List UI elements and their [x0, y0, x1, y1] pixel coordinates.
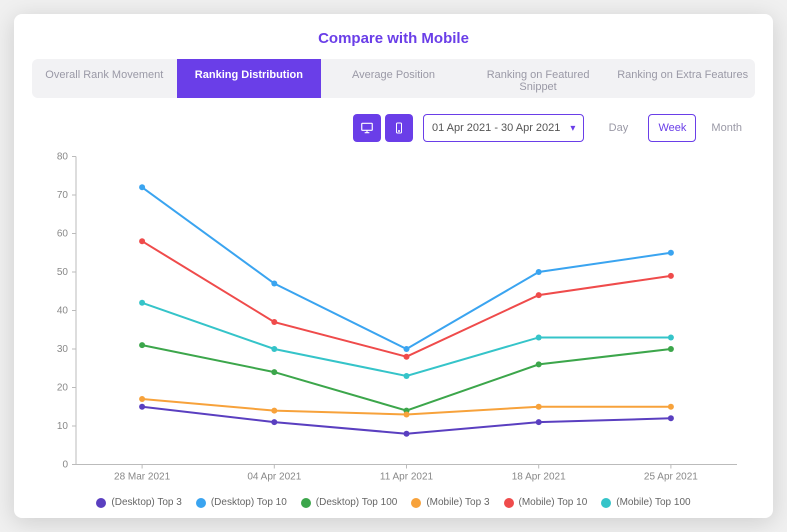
svg-text:60: 60 — [57, 229, 69, 240]
series-point — [668, 346, 674, 352]
period-month[interactable]: Month — [702, 114, 751, 142]
series-line — [142, 241, 671, 357]
series-point — [404, 411, 410, 417]
series-point — [271, 319, 277, 325]
svg-text:40: 40 — [57, 306, 69, 317]
modal-title: Compare with Mobile — [32, 30, 755, 47]
series-point — [536, 361, 542, 367]
device-toggle — [353, 114, 413, 142]
date-range-value: 01 Apr 2021 - 30 Apr 2021 — [432, 122, 560, 134]
period-week[interactable]: Week — [648, 114, 696, 142]
series-point — [536, 419, 542, 425]
legend-label: (Mobile) Top 3 — [426, 497, 489, 508]
series-point — [536, 334, 542, 340]
legend-item[interactable]: (Desktop) Top 100 — [301, 497, 398, 508]
series-point — [271, 281, 277, 287]
series-point — [139, 396, 145, 402]
svg-text:80: 80 — [57, 152, 69, 163]
legend-swatch — [504, 498, 514, 508]
legend-label: (Mobile) Top 10 — [519, 497, 588, 508]
series-point — [139, 342, 145, 348]
legend-item[interactable]: (Mobile) Top 100 — [601, 497, 690, 508]
legend-swatch — [411, 498, 421, 508]
desktop-icon — [360, 121, 374, 135]
svg-text:20: 20 — [57, 383, 69, 394]
svg-text:0: 0 — [62, 460, 68, 471]
desktop-toggle[interactable] — [353, 114, 381, 142]
svg-text:70: 70 — [57, 190, 69, 201]
series-point — [404, 373, 410, 379]
svg-text:11 Apr 2021: 11 Apr 2021 — [380, 472, 434, 483]
series-point — [271, 408, 277, 414]
period-group: DayWeekMonth — [594, 114, 751, 142]
date-range-select[interactable]: 01 Apr 2021 - 30 Apr 2021 ▾ — [423, 114, 584, 142]
svg-text:04 Apr 2021: 04 Apr 2021 — [247, 472, 301, 483]
chart-area: 0 10 20 30 40 50 60 70 80 28 Mar 2021 04 Apr 2021 1… — [32, 148, 755, 493]
series-point — [139, 300, 145, 306]
series-point — [139, 184, 145, 190]
tab-bar: Overall Rank MovementRanking Distributio… — [32, 59, 755, 98]
svg-text:10: 10 — [57, 421, 69, 432]
series-point — [404, 354, 410, 360]
tab-ranking-on-extra-features[interactable]: Ranking on Extra Features — [610, 59, 755, 98]
tab-ranking-on-featured-snippet[interactable]: Ranking on Featured Snippet — [466, 59, 611, 98]
series-point — [139, 404, 145, 410]
legend-item[interactable]: (Mobile) Top 3 — [411, 497, 489, 508]
series-point — [668, 404, 674, 410]
series-point — [404, 346, 410, 352]
series-point — [271, 346, 277, 352]
svg-text:30: 30 — [57, 344, 69, 355]
legend-label: (Desktop) Top 10 — [211, 497, 287, 508]
legend-swatch — [96, 498, 106, 508]
series-point — [139, 238, 145, 244]
tab-average-position[interactable]: Average Position — [321, 59, 466, 98]
legend-item[interactable]: (Mobile) Top 10 — [504, 497, 588, 508]
legend-label: (Mobile) Top 100 — [616, 497, 690, 508]
legend-swatch — [196, 498, 206, 508]
series-point — [536, 269, 542, 275]
series-point — [536, 404, 542, 410]
svg-text:50: 50 — [57, 267, 69, 278]
legend-swatch — [301, 498, 311, 508]
series-point — [271, 369, 277, 375]
compare-modal: Compare with Mobile Overall Rank Movemen… — [14, 14, 773, 518]
series-line — [142, 187, 671, 349]
mobile-toggle[interactable] — [385, 114, 413, 142]
chart-legend: (Desktop) Top 3 (Desktop) Top 10 (Desktop)… — [32, 493, 755, 510]
svg-text:25 Apr 2021: 25 Apr 2021 — [644, 472, 698, 483]
tab-ranking-distribution[interactable]: Ranking Distribution — [177, 59, 322, 98]
ranking-distribution-chart: 0 10 20 30 40 50 60 70 80 28 Mar 2021 04 Apr 2021 1… — [32, 148, 755, 493]
series-point — [668, 250, 674, 256]
legend-swatch — [601, 498, 611, 508]
series-line — [142, 303, 671, 376]
legend-item[interactable]: (Desktop) Top 10 — [196, 497, 287, 508]
series-point — [404, 431, 410, 437]
series-point — [536, 292, 542, 298]
chevron-down-icon: ▾ — [570, 123, 575, 134]
svg-text:18 Apr 2021: 18 Apr 2021 — [512, 472, 566, 483]
period-day[interactable]: Day — [594, 114, 642, 142]
legend-label: (Desktop) Top 100 — [316, 497, 398, 508]
series-point — [271, 419, 277, 425]
mobile-icon — [393, 121, 405, 135]
controls-row: 01 Apr 2021 - 30 Apr 2021 ▾ DayWeekMonth — [36, 114, 751, 142]
series-point — [668, 273, 674, 279]
series-point — [668, 334, 674, 340]
tab-overall-rank-movement[interactable]: Overall Rank Movement — [32, 59, 177, 98]
legend-label: (Desktop) Top 3 — [111, 497, 181, 508]
series-point — [668, 415, 674, 421]
legend-item[interactable]: (Desktop) Top 3 — [96, 497, 181, 508]
svg-text:28 Mar 2021: 28 Mar 2021 — [114, 472, 171, 483]
